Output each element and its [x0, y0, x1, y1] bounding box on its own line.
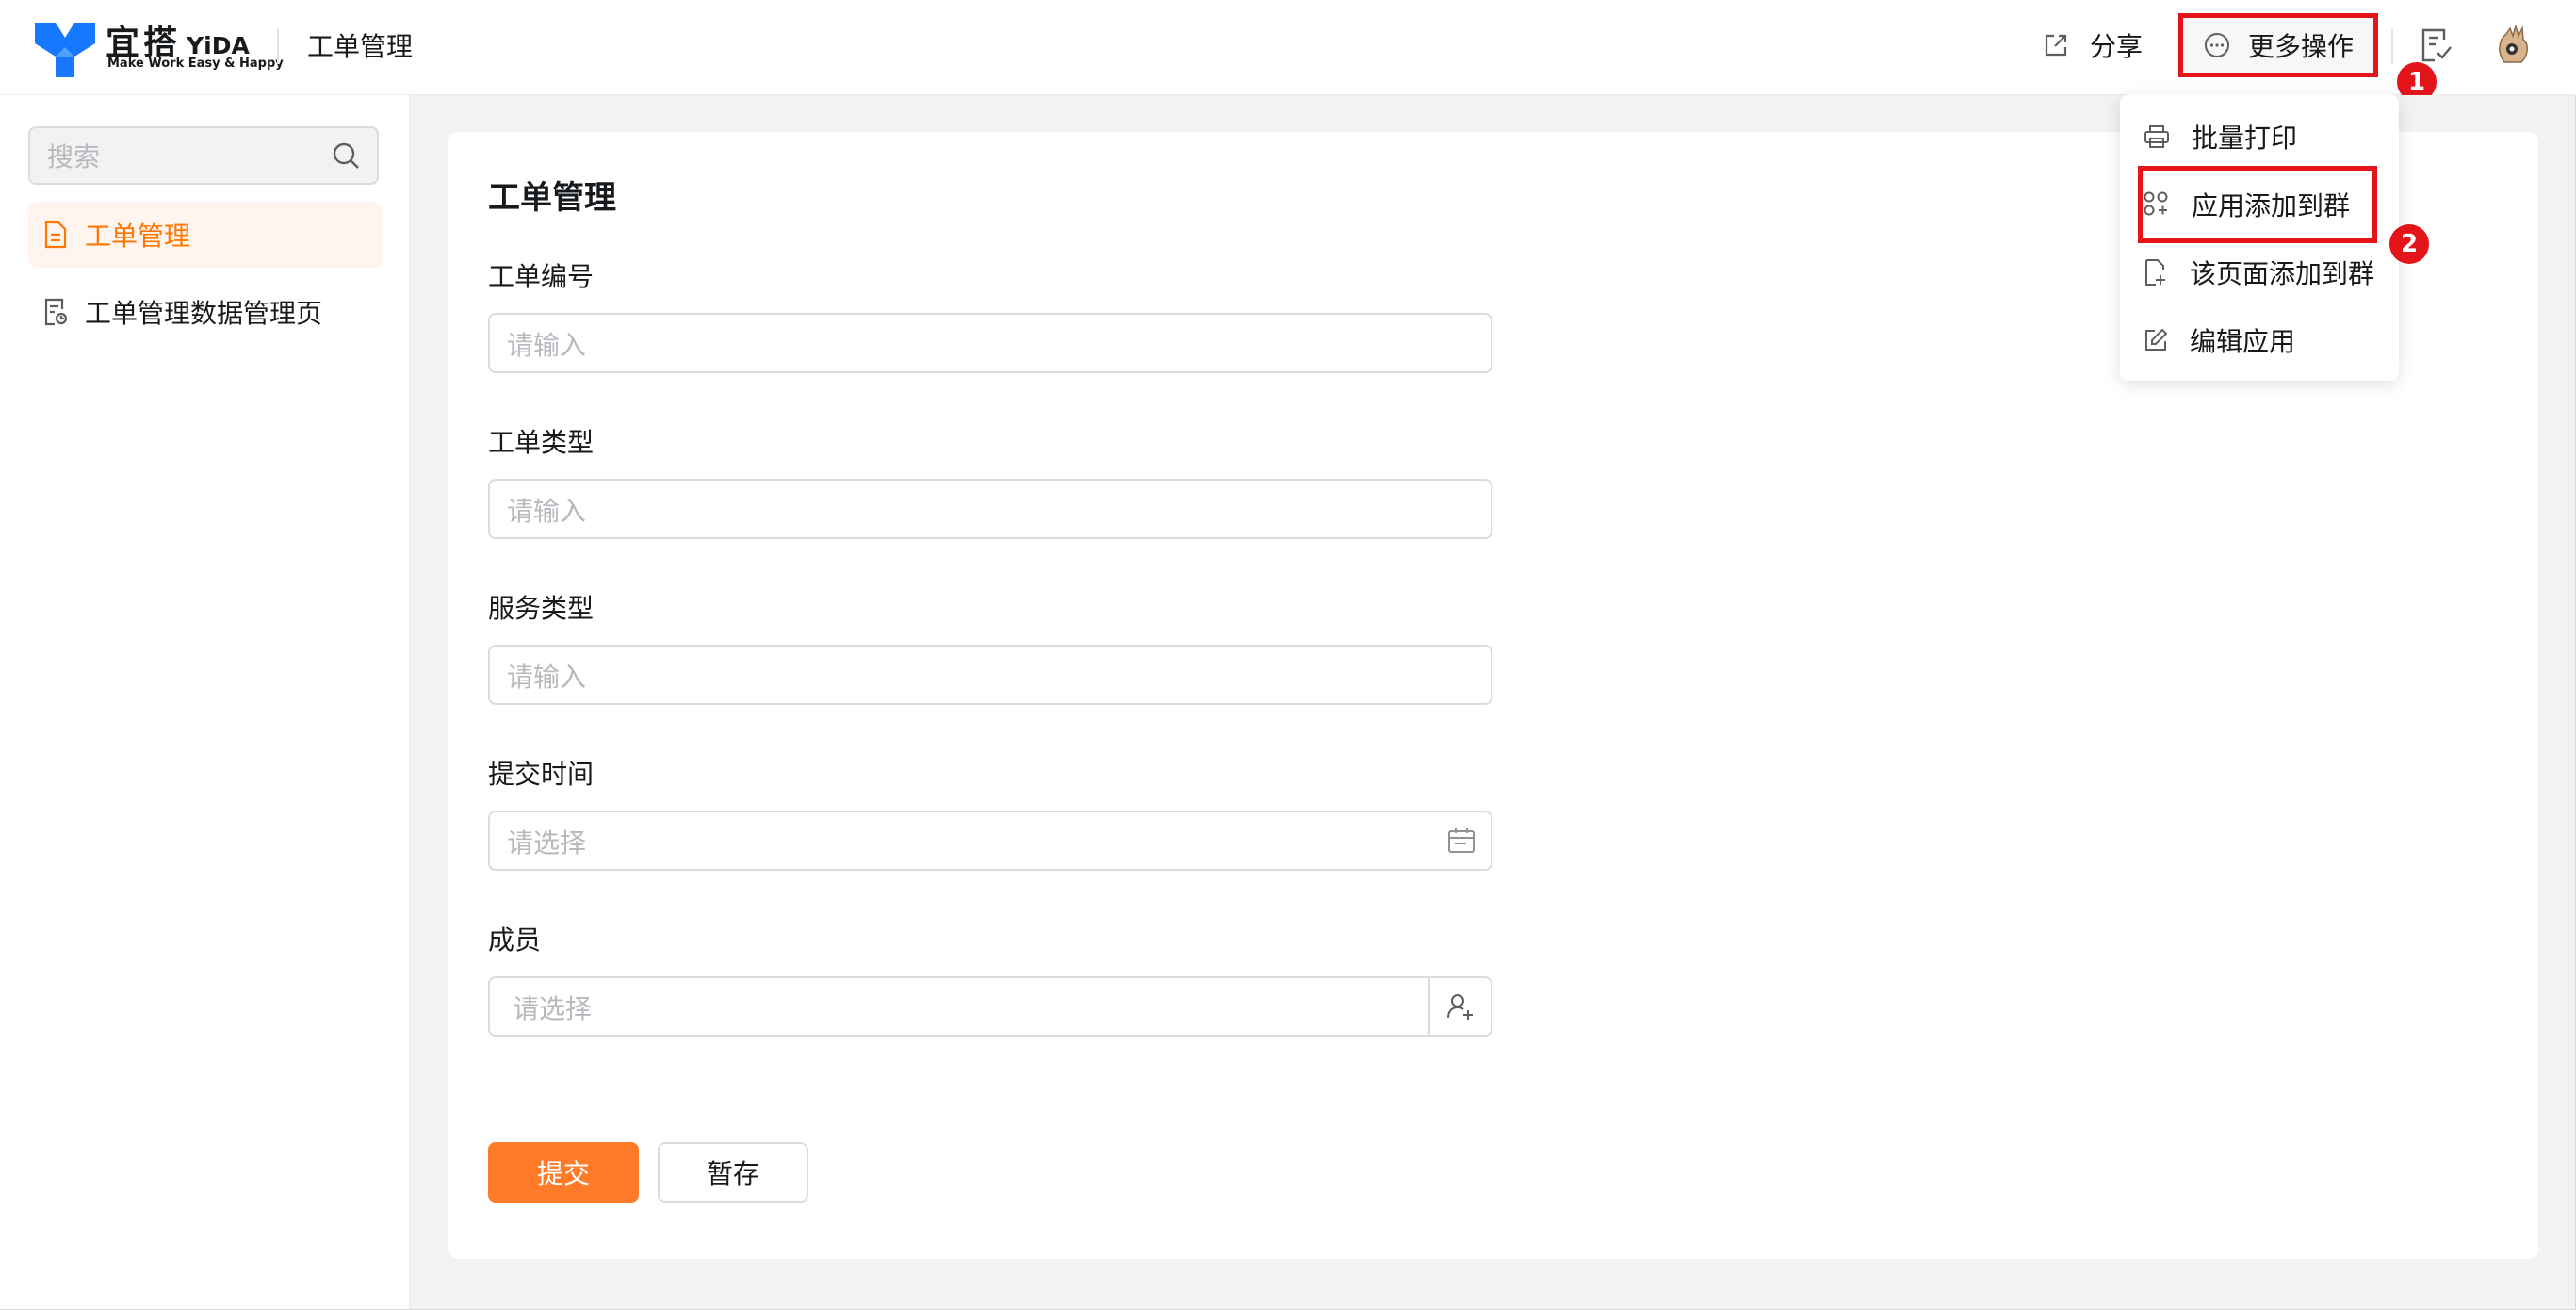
share-label: 分享: [2090, 31, 2144, 62]
ticket-type-input[interactable]: [505, 492, 1413, 530]
printer-icon: [2144, 125, 2169, 148]
annotation-badge-2: 2: [2389, 224, 2429, 264]
form-page-icon: [44, 221, 67, 249]
sidebar-search-input[interactable]: [45, 138, 322, 175]
sidebar-item-ticket-data-management[interactable]: 工单管理数据管理页: [28, 279, 383, 345]
share-icon: [2045, 34, 2067, 57]
user-avatar[interactable]: [2487, 19, 2542, 74]
ticket-number-field[interactable]: [488, 313, 1492, 373]
sidebar-item-ticket-management[interactable]: 工单管理: [28, 202, 383, 268]
search-icon[interactable]: [332, 141, 360, 170]
more-actions-label: 更多操作: [2247, 31, 2354, 62]
member-picker-button[interactable]: [1428, 978, 1491, 1035]
logo-en: YiDA: [187, 32, 250, 59]
more-actions-button[interactable]: 更多操作: [2178, 13, 2378, 77]
more-circle-icon: [2204, 33, 2229, 57]
share-button[interactable]: 分享: [2043, 26, 2143, 64]
app-name[interactable]: 工单管理: [307, 26, 413, 64]
sidebar: [0, 95, 410, 1309]
field-label-member: 成员: [488, 925, 542, 956]
submit-time-input[interactable]: [505, 824, 1413, 861]
highlight-box-add-app-to-group: [2138, 166, 2377, 243]
edit-icon: [2145, 328, 2168, 351]
data-page-icon: [44, 298, 68, 326]
service-type-input[interactable]: [505, 658, 1413, 696]
menu-item-label: 编辑应用: [2190, 326, 2296, 357]
add-user-icon: [1447, 994, 1473, 1020]
yida-logo-icon: [35, 23, 95, 77]
sidebar-item-label: 工单管理: [85, 221, 191, 252]
save-draft-button[interactable]: 暂存: [658, 1142, 808, 1203]
menu-item-batch-print[interactable]: 批量打印: [2120, 107, 2399, 166]
submit-button[interactable]: 提交: [488, 1142, 639, 1203]
menu-item-edit-app[interactable]: 编辑应用: [2120, 311, 2399, 369]
logo-tagline: Make Work Easy & Happy: [107, 57, 284, 71]
submit-time-field[interactable]: [488, 811, 1492, 871]
menu-item-add-page-to-group[interactable]: 该页面添加到群: [2120, 243, 2399, 302]
top-header: 宜搭 YiDA Make Work Easy & Happy 工单管理 分享 更多…: [0, 0, 2576, 102]
field-label-ticket-number: 工单编号: [488, 261, 595, 292]
field-label-ticket-type: 工单类型: [488, 427, 595, 458]
member-field[interactable]: [488, 976, 1492, 1037]
member-input[interactable]: [511, 990, 1344, 1027]
todo-check-icon[interactable]: [2420, 26, 2454, 64]
field-label-submit-time: 提交时间: [488, 759, 595, 790]
field-label-service-type: 服务类型: [488, 593, 595, 624]
header-divider: [277, 28, 279, 64]
form-title: 工单管理: [488, 179, 616, 217]
ticket-type-field[interactable]: [488, 479, 1492, 539]
header-divider-2: [2391, 28, 2393, 64]
page-add-icon: [2145, 259, 2165, 286]
ticket-number-input[interactable]: [505, 326, 1413, 364]
sidebar-item-label: 工单管理数据管理页: [85, 298, 323, 329]
sidebar-search[interactable]: [28, 126, 379, 185]
menu-item-label: 该页面添加到群: [2190, 258, 2375, 289]
calendar-icon[interactable]: [1447, 827, 1475, 854]
service-type-field[interactable]: [488, 645, 1492, 705]
menu-item-label: 批量打印: [2192, 123, 2298, 154]
